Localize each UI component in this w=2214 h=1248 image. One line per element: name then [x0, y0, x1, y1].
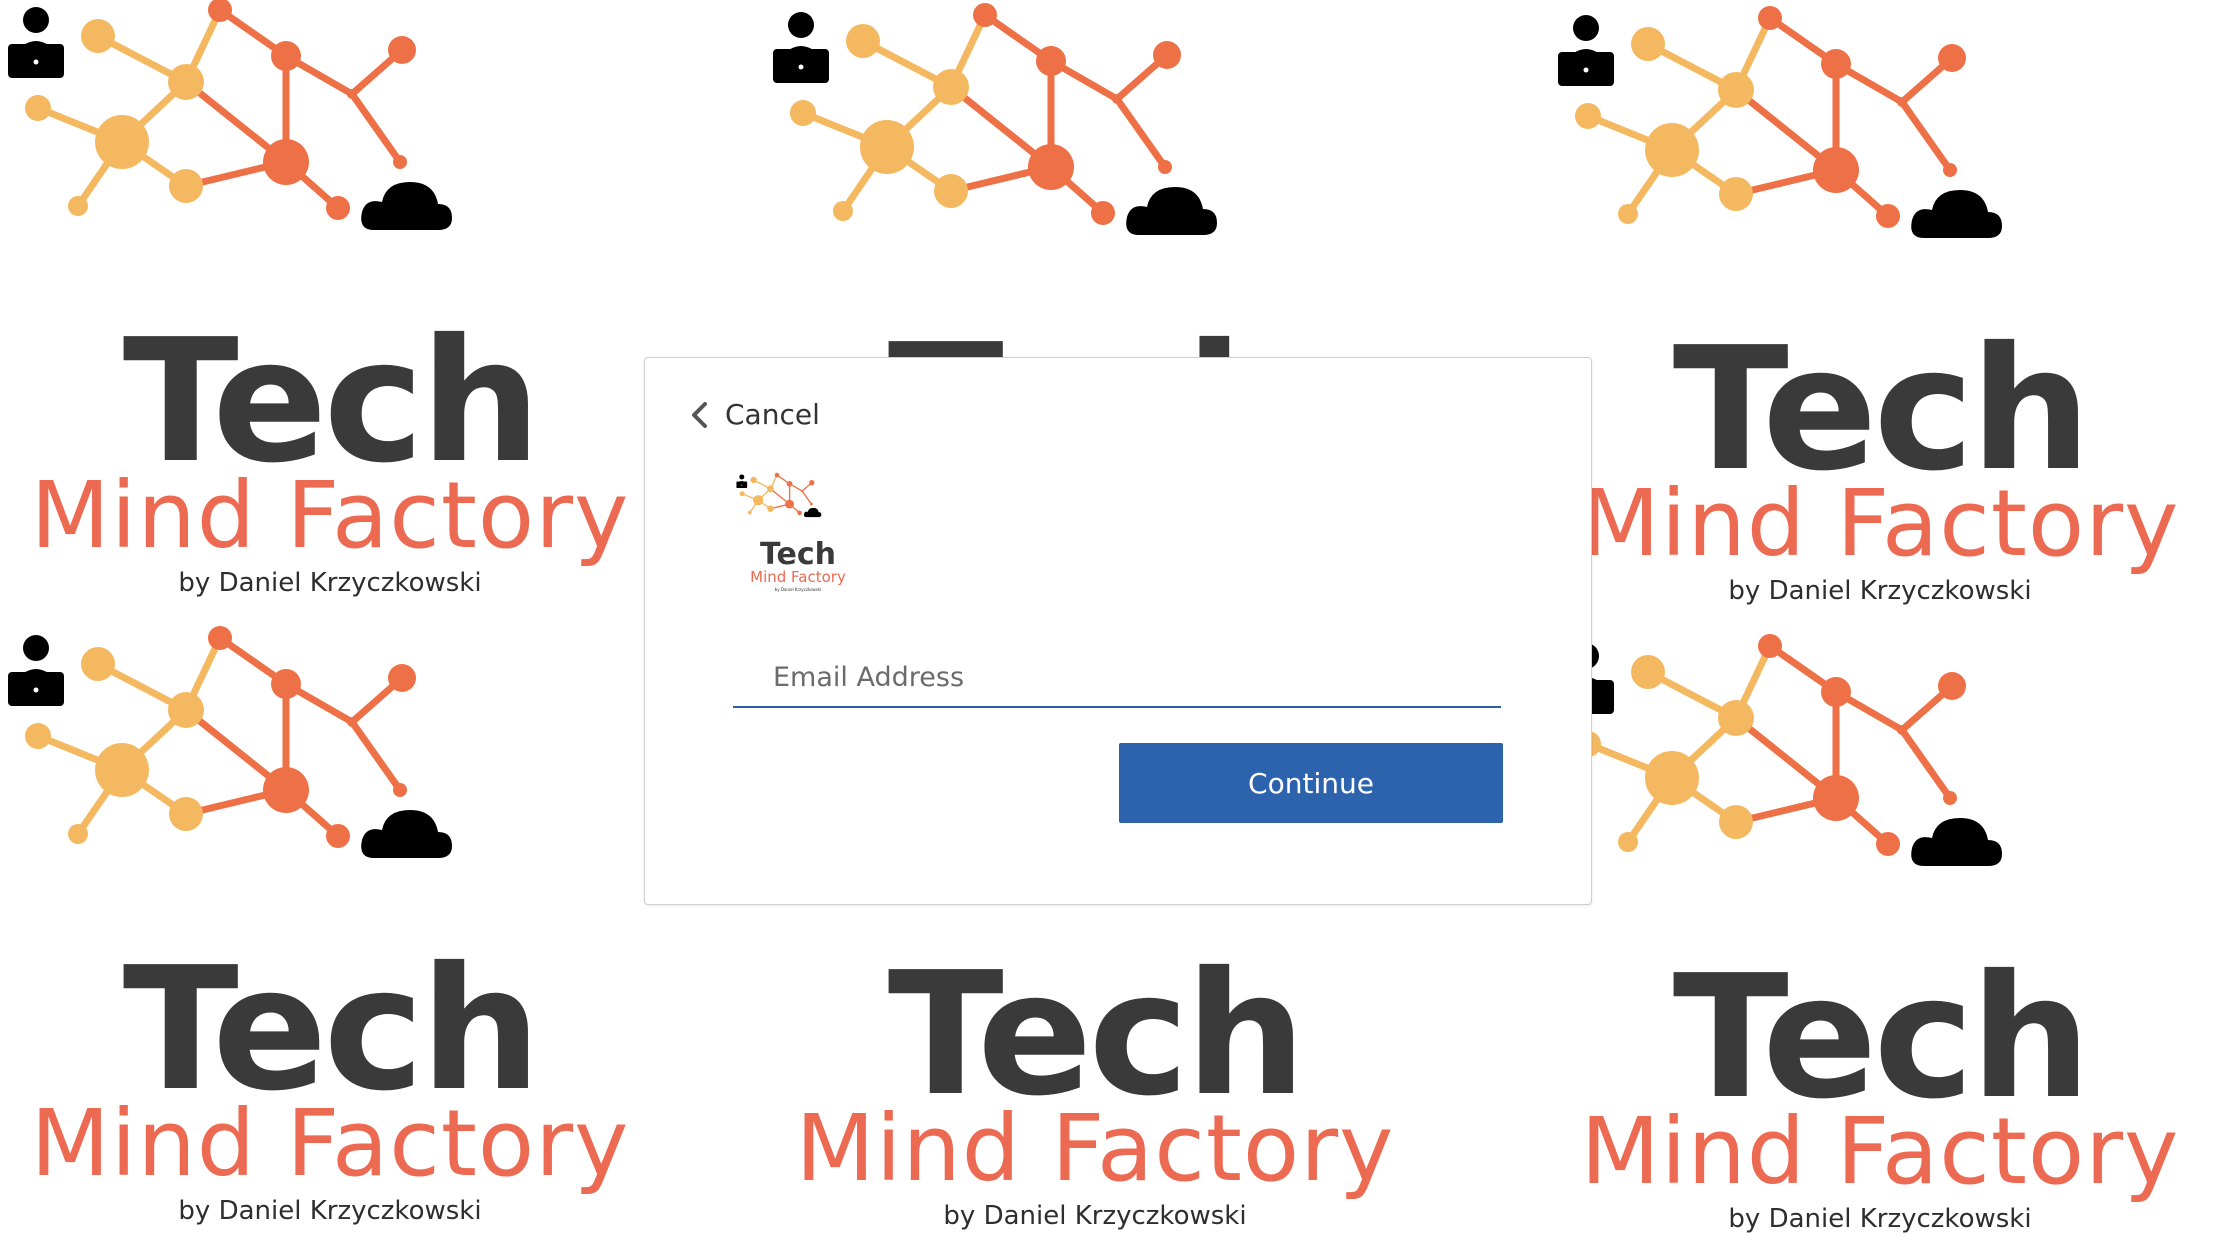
person-laptop-icon [8, 635, 64, 706]
tile-byline: by Daniel Krzyczkowski [178, 568, 482, 598]
tile-subtitle: Mind Factory [30, 462, 630, 569]
brand-tile: TechMind Factoryby Daniel Krzyczkowski [0, 0, 670, 612]
network-logo-icon [1558, 634, 2002, 866]
network-logo-icon [8, 0, 452, 230]
person-laptop-icon [8, 7, 64, 78]
cancel-button[interactable]: Cancel [689, 398, 820, 431]
email-input[interactable] [733, 648, 1501, 706]
cancel-label: Cancel [725, 398, 820, 431]
sign-in-dialog: Cancel Tech Mind Factory by Daniel Krzyc… [644, 357, 1592, 905]
tile-subtitle: Mind Factory [1580, 1098, 2180, 1205]
logo-title: Tech [760, 537, 836, 572]
cloud-icon [361, 182, 452, 230]
email-field-container [733, 648, 1501, 708]
cloud-icon [1911, 818, 2002, 866]
network-logo-icon [773, 3, 1217, 235]
person-laptop-icon [736, 474, 748, 489]
person-laptop-icon [1558, 15, 1614, 86]
brand-tile: TechMind Factoryby Daniel Krzyczkowski [1540, 628, 2214, 1248]
person-laptop-icon [773, 12, 829, 83]
brand-logo: Tech Mind Factory by Daniel Krzyczkowski [733, 468, 863, 598]
tile-subtitle: Mind Factory [1580, 470, 2180, 577]
tile-subtitle: Mind Factory [30, 1090, 630, 1197]
network-logo-icon [1558, 6, 2002, 238]
cloud-icon [1911, 190, 2002, 238]
tile-byline: by Daniel Krzyczkowski [178, 1196, 482, 1226]
network-logo-icon [736, 472, 822, 518]
tile-byline: by Daniel Krzyczkowski [1728, 576, 2032, 606]
tile-byline: by Daniel Krzyczkowski [1728, 1204, 2032, 1234]
brand-tile: TechMind Factoryby Daniel Krzyczkowski [0, 620, 670, 1240]
logo-byline: by Daniel Krzyczkowski [774, 587, 822, 592]
logo-subtitle: Mind Factory [750, 568, 846, 586]
tile-subtitle: Mind Factory [795, 1095, 1395, 1202]
cloud-icon [361, 810, 452, 858]
cloud-icon [1126, 187, 1217, 235]
network-logo-icon [8, 626, 452, 858]
cloud-icon [803, 507, 822, 518]
continue-button[interactable]: Continue [1119, 743, 1503, 823]
tile-byline: by Daniel Krzyczkowski [943, 1201, 1247, 1231]
chevron-left-icon [692, 401, 707, 428]
brand-tile: TechMind Factoryby Daniel Krzyczkowski [1540, 0, 2214, 620]
